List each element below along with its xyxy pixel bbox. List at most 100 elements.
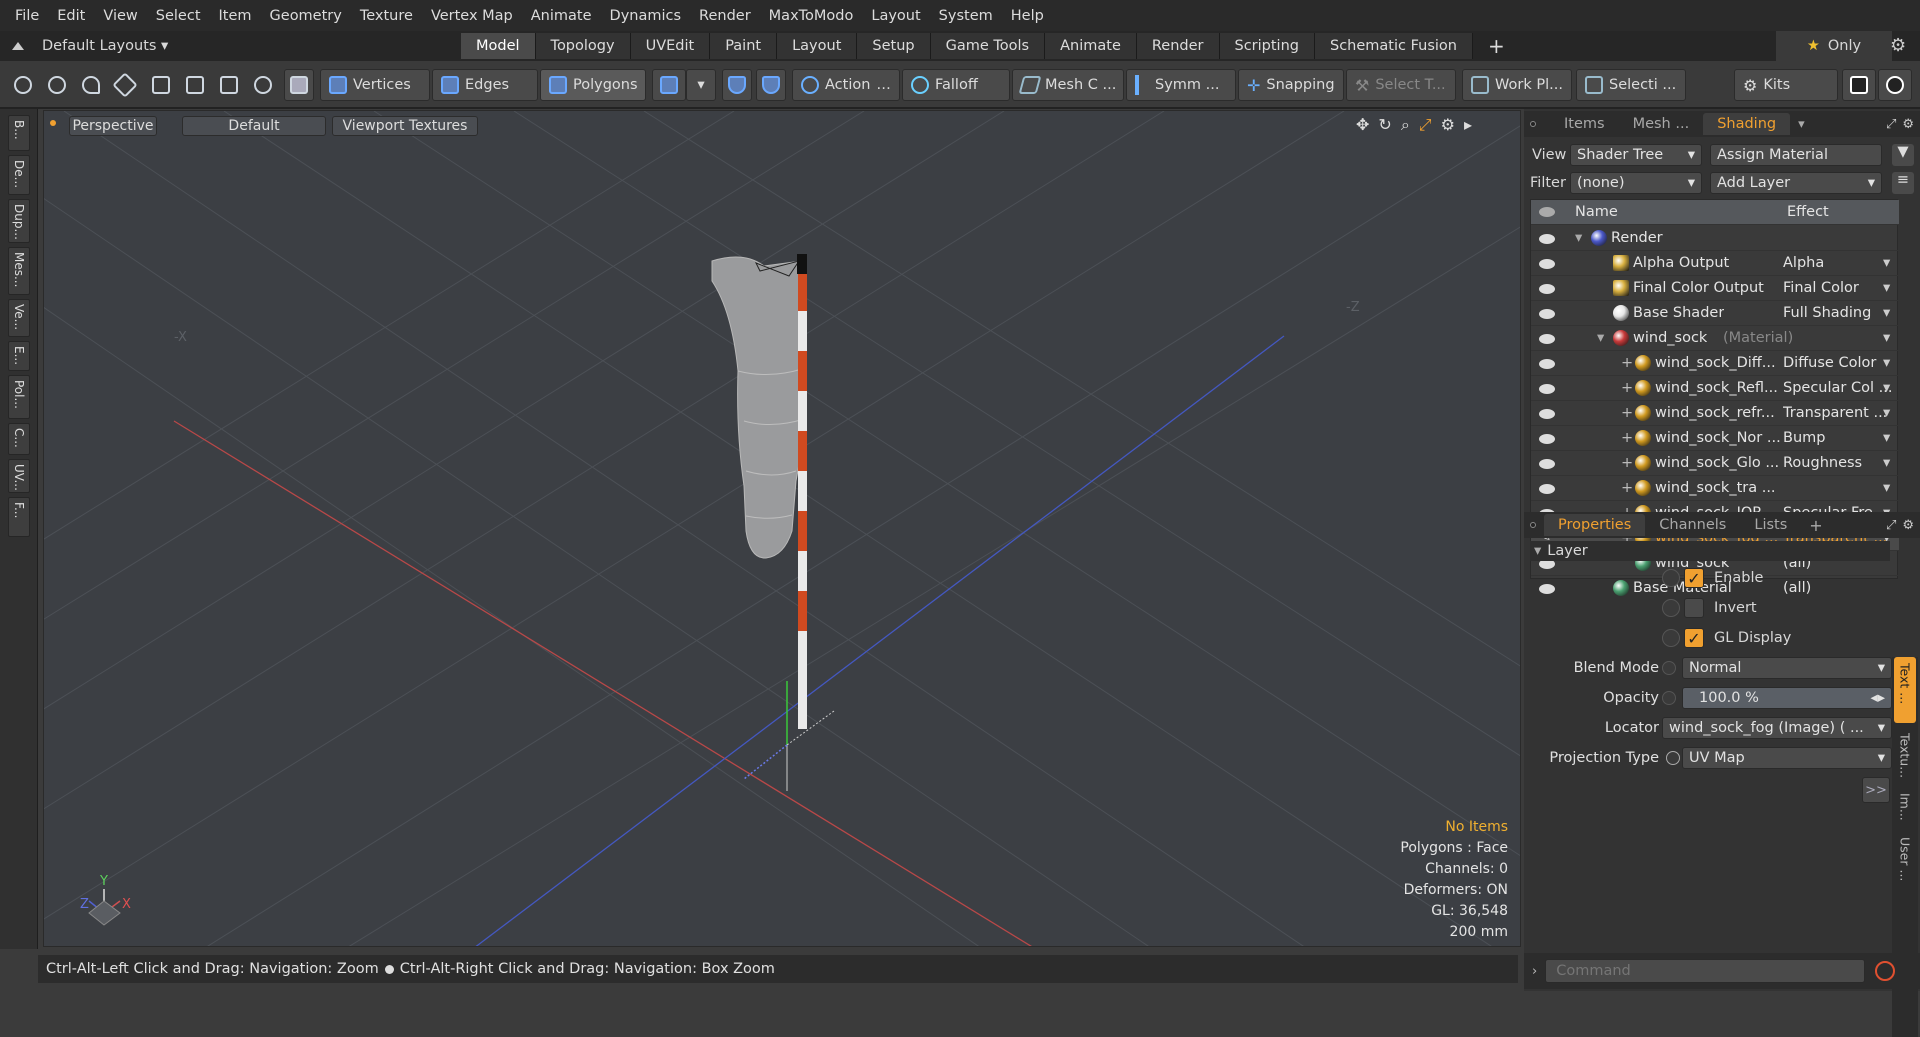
add-tab-icon[interactable]: + xyxy=(1809,516,1822,535)
shading-style-button[interactable]: Default xyxy=(182,116,326,136)
mesh-constraints-button[interactable]: Mesh C ... xyxy=(1012,69,1124,101)
slider-handle-icon[interactable]: ◂▸ xyxy=(1870,690,1885,706)
menu-help[interactable]: Help xyxy=(1011,8,1044,24)
left-tab-polygon[interactable]: Pol... xyxy=(8,375,30,419)
menu-render[interactable]: Render xyxy=(699,8,751,24)
menu-select[interactable]: Select xyxy=(156,8,201,24)
opacity-radio[interactable] xyxy=(1662,691,1676,705)
kits-button[interactable]: ⚙ Kits xyxy=(1734,69,1838,101)
projection-radio[interactable] xyxy=(1666,751,1680,765)
add-layer-dropdown[interactable]: Add Layer ▾ xyxy=(1710,172,1882,194)
tab-shading[interactable]: Shading xyxy=(1703,113,1791,135)
command-input[interactable] xyxy=(1545,959,1866,983)
view-dropdown[interactable]: Shader Tree ▾ xyxy=(1570,144,1702,166)
chevron-down-icon[interactable]: ▾ xyxy=(1883,480,1890,496)
gl-display-radio[interactable] xyxy=(1662,629,1680,647)
menu-view[interactable]: View xyxy=(103,8,137,24)
play-arrow-icon[interactable]: ▸ xyxy=(1464,115,1472,135)
left-tab-duplicate[interactable]: Dup... xyxy=(8,199,30,243)
menu-item[interactable]: Item xyxy=(219,8,252,24)
panel-menu-dot[interactable] xyxy=(1530,522,1536,528)
add-icon[interactable]: + xyxy=(1621,355,1633,371)
eye-icon[interactable] xyxy=(1539,459,1555,469)
menu-texture[interactable]: Texture xyxy=(360,8,413,24)
left-tab-uv[interactable]: UV... xyxy=(8,459,30,493)
tab-layout[interactable]: Layout xyxy=(777,33,858,59)
shader-tree-row-effect[interactable]: Full Shading xyxy=(1783,305,1893,321)
shader-tree-row[interactable]: ▾ wind_sock (Material) ▾ xyxy=(1531,326,1899,351)
only-button[interactable]: ★ Only xyxy=(1776,31,1892,61)
side-tab-user[interactable]: User ... xyxy=(1894,831,1916,887)
workplane-grid-button[interactable] xyxy=(180,69,210,101)
viewport-scene[interactable]: -X -Z Y X Z xyxy=(44,111,1521,947)
collapse-up-icon[interactable] xyxy=(12,42,24,50)
menu-edit[interactable]: Edit xyxy=(57,8,85,24)
tab-topology[interactable]: Topology xyxy=(535,33,631,59)
panel-menu-dot[interactable] xyxy=(1530,121,1536,127)
opacity-field[interactable]: 100.0 % ◂▸ xyxy=(1682,687,1892,709)
globe-button[interactable] xyxy=(42,69,72,101)
properties-section-header[interactable]: ▾ Layer xyxy=(1530,541,1890,561)
enable-radio[interactable] xyxy=(1662,569,1680,587)
shield-b-button[interactable] xyxy=(756,69,786,101)
falloff-button[interactable]: Falloff xyxy=(902,69,1010,101)
chevron-down-icon[interactable]: ▾ xyxy=(1883,355,1890,371)
zoom-icon[interactable]: ⌕ xyxy=(1401,115,1410,135)
chevron-down-icon[interactable]: ▾ xyxy=(1883,330,1890,346)
chevron-down-icon[interactable]: ▾ xyxy=(1883,255,1890,271)
chevron-down-icon[interactable]: ▾ xyxy=(1883,405,1890,421)
eye-icon[interactable] xyxy=(1539,434,1555,444)
shader-tree-row-effect[interactable]: Final Color xyxy=(1783,280,1893,296)
pan-icon[interactable]: ✥ xyxy=(1356,115,1369,135)
action-center-button[interactable]: Action… xyxy=(792,69,900,101)
polygons-button[interactable]: Polygons xyxy=(540,69,646,101)
chevron-down-icon[interactable]: ▾ xyxy=(1883,380,1890,396)
side-tab-image[interactable]: Im... xyxy=(1894,787,1916,827)
material-mode-button[interactable] xyxy=(652,69,686,101)
expand-icon[interactable]: ⤢ xyxy=(1886,117,1896,132)
tab-schematic-fusion[interactable]: Schematic Fusion xyxy=(1314,33,1473,59)
vertices-button[interactable]: Vertices xyxy=(320,69,430,101)
shader-tree-row[interactable]: + wind_sock_Glo ... Roughness ▾ xyxy=(1531,451,1899,476)
cube-kit-button[interactable] xyxy=(1842,69,1876,101)
menu-maxtomodo[interactable]: MaxToModo xyxy=(769,8,854,24)
gl-display-checkbox[interactable]: ✓ xyxy=(1684,628,1704,648)
perspective-view-button[interactable]: Perspective xyxy=(69,116,157,136)
tab-setup[interactable]: Setup xyxy=(857,33,931,59)
eye-icon[interactable] xyxy=(1539,234,1555,244)
filter-dropdown[interactable]: (none) ▾ xyxy=(1570,172,1702,194)
add-icon[interactable]: + xyxy=(1621,430,1633,446)
shader-tree-row[interactable]: Base Shader Full Shading ▾ xyxy=(1531,301,1899,326)
add-icon[interactable]: + xyxy=(1621,455,1633,471)
locator-dropdown[interactable]: wind_sock_fog (Image) ( ... ▾ xyxy=(1662,717,1892,739)
projection-type-dropdown[interactable]: UV Map ▾ xyxy=(1682,747,1892,769)
blend-mode-radio[interactable] xyxy=(1662,661,1676,675)
eye-icon[interactable] xyxy=(1539,484,1555,494)
eye-icon[interactable] xyxy=(1539,259,1555,269)
add-icon[interactable]: + xyxy=(1621,480,1633,496)
name-column-header[interactable]: Name xyxy=(1575,204,1618,220)
left-tab-edge[interactable]: E... xyxy=(8,341,30,371)
unreal-button[interactable] xyxy=(1878,69,1912,101)
tab-items[interactable]: Items xyxy=(1550,113,1619,135)
tab-animate[interactable]: Animate xyxy=(1045,33,1137,59)
left-tab-mesh-edit[interactable]: Mes... xyxy=(8,247,30,295)
select-mode-button[interactable] xyxy=(8,69,38,101)
enable-checkbox[interactable]: ✓ xyxy=(1684,568,1704,588)
shader-tree-row[interactable]: Alpha Output Alpha ▾ xyxy=(1531,251,1899,276)
shader-tree-row-effect[interactable]: Roughness xyxy=(1783,455,1893,471)
work-plane-button[interactable]: Work Pl... xyxy=(1462,69,1572,101)
chevron-down-icon[interactable]: ▾ xyxy=(1883,305,1890,321)
chevron-down-icon[interactable]: ▾ xyxy=(1883,280,1890,296)
expand-icon[interactable]: ⤢ xyxy=(1886,518,1896,533)
shader-tree-row[interactable]: + wind_sock_tra ... ▾ xyxy=(1531,476,1899,501)
rotate-view-icon[interactable]: ↻ xyxy=(1378,115,1391,135)
shader-tree-row-effect[interactable]: Transparent ... xyxy=(1783,405,1893,421)
tab-lists[interactable]: Lists xyxy=(1740,514,1801,536)
left-tab-curve[interactable]: C... xyxy=(8,423,30,455)
menu-animate[interactable]: Animate xyxy=(531,8,592,24)
snapping-button[interactable]: ✛ Snapping xyxy=(1238,69,1344,101)
windsock-model[interactable] xyxy=(711,254,807,729)
tab-paint[interactable]: Paint xyxy=(710,33,778,59)
gear-icon[interactable]: ⚙ xyxy=(1441,115,1455,135)
